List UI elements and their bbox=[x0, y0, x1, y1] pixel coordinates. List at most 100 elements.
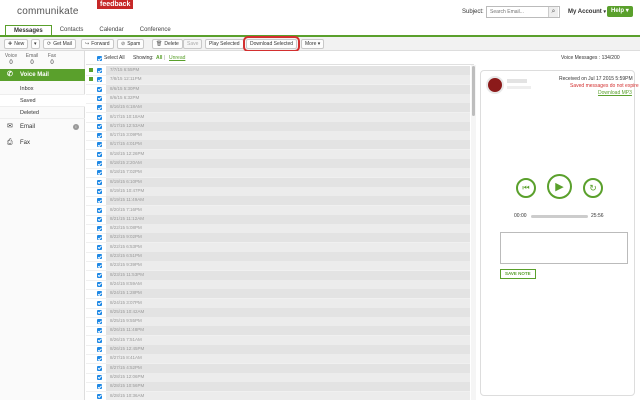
message-timestamp: 8/26/15 12:45PM bbox=[110, 346, 145, 351]
voice-message-count: Voice Messages : 134/200 bbox=[561, 55, 620, 61]
row-checkbox[interactable] bbox=[97, 281, 102, 287]
play-selected-button[interactable]: Play Selected bbox=[205, 39, 244, 49]
download-selected-button[interactable]: Download Selected bbox=[242, 36, 301, 52]
fax-count: Fax 0 bbox=[42, 53, 62, 66]
row-checkbox[interactable] bbox=[97, 319, 102, 325]
spam-button[interactable]: ⊘ Spam bbox=[117, 39, 145, 49]
save-note-button[interactable]: SAVE NOTE bbox=[500, 269, 536, 279]
new-button[interactable]: ✚ New bbox=[4, 39, 29, 49]
row-checkbox[interactable] bbox=[97, 105, 102, 111]
row-checkbox[interactable] bbox=[97, 161, 102, 166]
row-checkbox[interactable] bbox=[97, 133, 102, 139]
row-checkbox[interactable] bbox=[97, 309, 102, 315]
row-checkbox[interactable] bbox=[97, 216, 102, 222]
play-button[interactable]: ▶ bbox=[547, 174, 572, 199]
row-checkbox[interactable] bbox=[97, 254, 102, 259]
row-checkbox[interactable] bbox=[97, 328, 102, 334]
message-timestamp: 8/16/15 6:18AM bbox=[110, 104, 142, 110]
help-label: Help bbox=[611, 8, 625, 14]
sidebar-item-label: Fax bbox=[20, 140, 31, 146]
sidebar-item-deleted[interactable]: Deleted bbox=[0, 107, 85, 119]
total-duration: 25:56 bbox=[591, 213, 604, 219]
select-all-label[interactable]: Select All bbox=[104, 55, 125, 61]
row-checkbox[interactable] bbox=[97, 347, 102, 352]
voice-count-value: 0 bbox=[9, 60, 13, 66]
sidebar-item-label: Voice Mail bbox=[20, 72, 49, 78]
list-header: Select All Showing: All | Unread bbox=[86, 51, 474, 65]
chevron-down-icon: ▾ bbox=[603, 9, 606, 15]
row-checkbox[interactable] bbox=[97, 114, 102, 120]
logo[interactable]: communikate bbox=[17, 6, 79, 17]
row-checkbox[interactable] bbox=[97, 179, 102, 185]
forward-button[interactable]: ↪ Forward bbox=[81, 39, 114, 49]
unread-flag-icon bbox=[89, 77, 93, 82]
new-dropdown-button[interactable]: ▾ bbox=[31, 39, 40, 49]
search-button[interactable]: ⌕ bbox=[548, 7, 558, 17]
sidebar-item-voice-mail[interactable]: ✆ Voice Mail bbox=[0, 69, 85, 81]
feedback-button[interactable]: feedback bbox=[97, 0, 134, 9]
saved-expiry-notice: Saved messages do not expire bbox=[570, 83, 639, 89]
row-checkbox[interactable] bbox=[97, 198, 102, 204]
my-account-menu[interactable]: My Account ▾ bbox=[568, 9, 606, 15]
message-timestamp: 7/8/15 12:11PM bbox=[110, 76, 142, 82]
message-timestamp: 8/22/15 6:53PM bbox=[110, 243, 142, 249]
toolbar: ✚ New ▾ ⟳ Get Mail ↪ Forward ⊘ Spam 🗑 Delete … bbox=[0, 36, 640, 52]
row-checkbox[interactable] bbox=[97, 393, 102, 399]
select-all-checkbox[interactable] bbox=[97, 56, 102, 61]
delete-button[interactable]: 🗑 Delete bbox=[152, 39, 183, 49]
row-checkbox[interactable] bbox=[97, 77, 102, 83]
row-checkbox[interactable] bbox=[97, 365, 102, 371]
message-timestamp: 8/25/15 10:42AM bbox=[110, 308, 145, 314]
download-mp3-link[interactable]: Download MP3 bbox=[598, 90, 632, 96]
table-row[interactable]: 8/28/15 10:36AM bbox=[86, 391, 470, 400]
message-timestamp: 8/26/15 7:51AM bbox=[110, 336, 142, 342]
sidebar-item-fax[interactable]: ⎙ Fax bbox=[0, 137, 85, 149]
row-checkbox[interactable] bbox=[97, 151, 102, 157]
row-checkbox[interactable] bbox=[97, 272, 102, 278]
replay-icon: ↻ bbox=[589, 182, 597, 193]
sidebar-item-email[interactable]: ✉ Email i bbox=[0, 121, 85, 133]
message-timestamp: 8/22/15 9:02PM bbox=[110, 234, 142, 240]
message-timestamp: 8/6/15 5:30PM bbox=[110, 85, 140, 91]
row-checkbox[interactable] bbox=[97, 291, 102, 297]
get-mail-button[interactable]: ⟳ Get Mail bbox=[43, 39, 76, 49]
row-checkbox[interactable] bbox=[97, 384, 102, 390]
row-checkbox[interactable] bbox=[97, 123, 102, 129]
row-checkbox[interactable] bbox=[97, 300, 102, 306]
row-checkbox[interactable] bbox=[97, 226, 102, 232]
message-timestamp: 8/23/15 6:51PM bbox=[110, 253, 142, 258]
note-textarea[interactable] bbox=[500, 232, 628, 264]
row-checkbox[interactable] bbox=[97, 188, 102, 194]
save-button[interactable]: Save bbox=[183, 39, 203, 49]
filter-unread-link[interactable]: Unread bbox=[169, 55, 185, 61]
replay-button[interactable]: ↻ bbox=[583, 178, 603, 198]
info-icon[interactable]: i bbox=[73, 124, 79, 130]
spam-label: Spam bbox=[127, 41, 141, 47]
row-checkbox[interactable] bbox=[97, 337, 102, 343]
sidebar-item-inbox[interactable]: Inbox bbox=[0, 83, 85, 95]
row-checkbox[interactable] bbox=[97, 263, 102, 269]
skip-back-button[interactable]: ⏮ bbox=[516, 178, 536, 198]
row-checkbox[interactable] bbox=[97, 68, 102, 73]
playback-progress-bar[interactable] bbox=[531, 215, 588, 218]
message-timestamp: 8/19/15 11:49AM bbox=[110, 197, 144, 203]
list-scrollbar-thumb[interactable] bbox=[472, 66, 475, 116]
sidebar-item-saved[interactable]: Saved bbox=[0, 95, 85, 107]
row-checkbox[interactable] bbox=[97, 170, 102, 176]
message-timestamp: 8/17/15 3:09PM bbox=[110, 132, 142, 138]
row-checkbox[interactable] bbox=[97, 244, 102, 250]
row-checkbox[interactable] bbox=[97, 207, 102, 213]
more-button[interactable]: More ▾ bbox=[301, 39, 325, 49]
filter-all-link[interactable]: All bbox=[156, 55, 162, 61]
message-timestamp: 8/25/15 9:55PM bbox=[110, 318, 142, 324]
message-timestamp: 8/19/15 10:47PM bbox=[110, 187, 145, 193]
email-count-value: 0 bbox=[30, 60, 34, 66]
get-mail-label: Get Mail bbox=[53, 41, 72, 47]
help-button[interactable]: Help ▾ bbox=[607, 6, 633, 17]
row-checkbox[interactable] bbox=[97, 142, 102, 148]
row-checkbox[interactable] bbox=[97, 95, 102, 101]
row-checkbox[interactable] bbox=[97, 86, 102, 92]
row-checkbox[interactable] bbox=[97, 356, 102, 362]
row-checkbox[interactable] bbox=[97, 235, 102, 241]
row-checkbox[interactable] bbox=[97, 374, 102, 380]
